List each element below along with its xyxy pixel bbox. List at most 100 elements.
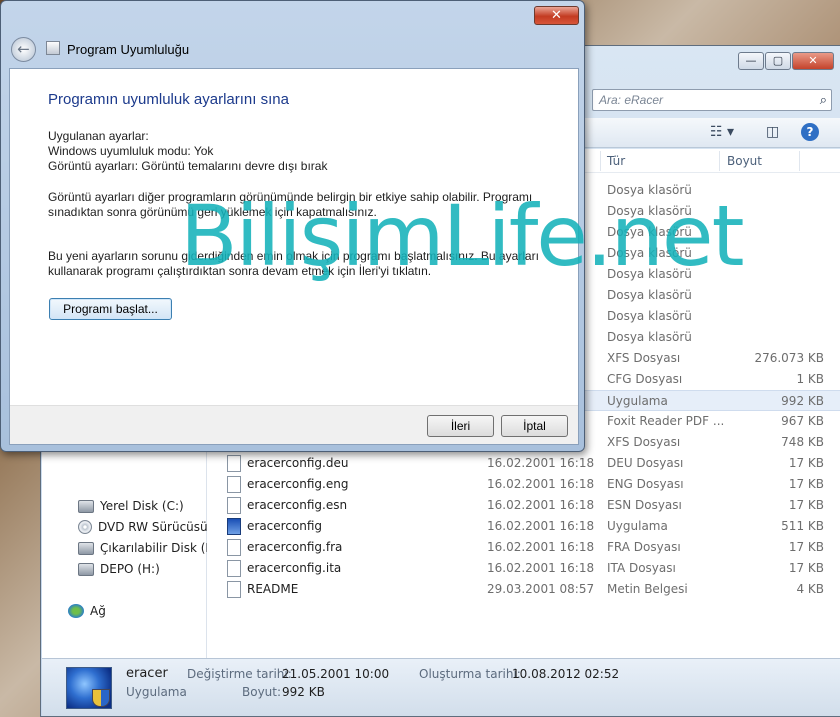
file-name: eracerconfig.esn: [247, 498, 348, 512]
file-name: eracerconfig.fra: [247, 540, 343, 554]
table-row[interactable]: README 29.03.2001 08:57 Metin Belgesi 4 …: [207, 579, 840, 600]
file-type: DEU Dosyası: [607, 456, 684, 470]
details-created-label: Oluşturma tarihi:: [419, 667, 521, 681]
text-line: Görüntü ayarları: Görüntü temalarını dev…: [48, 159, 328, 173]
minimize-icon[interactable]: —: [738, 52, 764, 70]
nav-item-dvd-drive[interactable]: DVD RW Sürücüsü (I: [78, 520, 220, 534]
text-document-icon: [227, 581, 241, 598]
file-type: Dosya klasörü: [607, 288, 692, 302]
removable-drive-icon: [78, 541, 94, 555]
file-size: 17 KB: [788, 561, 824, 575]
next-button[interactable]: İleri: [427, 415, 494, 437]
text-line: Bu yeni ayarların sorunu giderdiğinden e…: [48, 249, 539, 263]
file-type: Foxit Reader PDF ...: [607, 414, 725, 428]
help-icon[interactable]: ?: [801, 123, 819, 141]
file-date: 16.02.2001 16:18: [487, 477, 595, 491]
details-size-value: 992 KB: [282, 685, 325, 699]
file-size: 967 KB: [781, 414, 824, 428]
text-line: sınadıktan sonra görünümü geri yüklemek …: [48, 205, 377, 219]
hard-drive-icon: [78, 562, 94, 576]
file-name: eracerconfig.deu: [247, 456, 349, 470]
table-row[interactable]: eracerconfig.eng 16.02.2001 16:18 ENG Do…: [207, 474, 840, 495]
details-pane: eracer Uygulama Değiştirme tarihi: 21.05…: [42, 658, 840, 716]
file-name: eracerconfig: [247, 519, 323, 533]
column-separator: [600, 151, 601, 171]
back-arrow-icon[interactable]: ←: [11, 37, 36, 62]
test-instructions-text: Bu yeni ayarların sorunu giderdiğinden e…: [48, 249, 558, 279]
file-type: Dosya klasörü: [607, 183, 692, 197]
file-type: Metin Belgesi: [607, 582, 688, 596]
details-size-label: Boyut:: [242, 685, 282, 699]
file-type: Dosya klasörü: [607, 204, 692, 218]
dialog-body: Programın uyumluluk ayarlarını sına Uygu…: [9, 68, 579, 445]
file-size: 992 KB: [781, 394, 824, 408]
document-icon: [227, 455, 241, 472]
explorer-window-controls: — ▢ ✕: [738, 52, 834, 70]
file-date: 16.02.2001 16:18: [487, 456, 595, 470]
nav-item-label: DEPO (H:): [100, 562, 160, 576]
view-options-icon[interactable]: ☷ ▾: [710, 124, 734, 140]
file-type: FRA Dosyası: [607, 540, 681, 554]
details-file-kind: Uygulama: [126, 685, 187, 699]
file-name: eracerconfig.ita: [247, 561, 342, 575]
column-separator: [799, 151, 800, 171]
table-row[interactable]: eracerconfig.esn 16.02.2001 16:18 ESN Do…: [207, 495, 840, 516]
column-separator: [719, 151, 720, 171]
column-header-size[interactable]: Boyut: [727, 154, 762, 168]
nav-item-removable-disk[interactable]: Çıkarılabilir Disk (F:): [78, 541, 220, 555]
table-row[interactable]: eracerconfig 16.02.2001 16:18 Uygulama 5…: [207, 516, 840, 537]
file-size: 17 KB: [788, 456, 824, 470]
file-size: 511 KB: [781, 519, 824, 533]
file-date: 29.03.2001 08:57: [487, 582, 595, 596]
dvd-drive-icon: [78, 520, 92, 534]
file-size: 4 KB: [796, 582, 824, 596]
nav-item-label: Çıkarılabilir Disk (F:): [100, 541, 221, 555]
close-icon[interactable]: ✕: [534, 6, 579, 25]
file-size: 1 KB: [796, 372, 824, 386]
search-icon[interactable]: ⌕: [820, 90, 827, 110]
preview-pane-icon[interactable]: ◫: [766, 124, 779, 140]
nav-item-network[interactable]: Ağ: [68, 604, 106, 618]
document-icon: [227, 476, 241, 493]
file-type: Uygulama: [607, 519, 668, 533]
nav-item-depo-h[interactable]: DEPO (H:): [78, 562, 160, 576]
table-row[interactable]: eracerconfig.ita 16.02.2001 16:18 ITA Do…: [207, 558, 840, 579]
file-type: ENG Dosyası: [607, 477, 684, 491]
file-date: 16.02.2001 16:18: [487, 561, 595, 575]
file-type: ESN Dosyası: [607, 498, 682, 512]
file-date: 16.02.2001 16:18: [487, 519, 595, 533]
file-type: Uygulama: [607, 394, 668, 408]
search-input[interactable]: Ara: eRacer ⌕: [592, 89, 832, 111]
nav-item-local-disk-c[interactable]: Yerel Disk (C:): [78, 499, 184, 513]
details-modified-label: Değiştirme tarihi:: [187, 667, 292, 681]
file-type: XFS Dosyası: [607, 435, 681, 449]
file-date: 16.02.2001 16:18: [487, 498, 595, 512]
text-line: kullanarak programı çalıştırdıktan sonra…: [48, 264, 432, 278]
search-placeholder: Ara: eRacer: [599, 93, 664, 107]
document-icon: [227, 560, 241, 577]
nav-item-label: Ağ: [90, 604, 106, 618]
file-size: 276.073 KB: [754, 351, 824, 365]
close-icon[interactable]: ✕: [792, 52, 834, 70]
maximize-icon[interactable]: ▢: [765, 52, 791, 70]
document-icon: [227, 539, 241, 556]
application-icon: [227, 518, 241, 535]
program-compatibility-icon: [46, 41, 60, 55]
column-header-type[interactable]: Tür: [607, 154, 625, 168]
file-type: XFS Dosyası: [607, 351, 681, 365]
file-size: 748 KB: [781, 435, 824, 449]
nav-item-label: Yerel Disk (C:): [100, 499, 184, 513]
file-type: Dosya klasörü: [607, 246, 692, 260]
file-date: 16.02.2001 16:18: [487, 540, 595, 554]
cancel-button[interactable]: İptal: [501, 415, 568, 437]
table-row[interactable]: eracerconfig.fra 16.02.2001 16:18 FRA Do…: [207, 537, 840, 558]
details-modified-value: 21.05.2001 10:00: [282, 667, 390, 681]
dialog-heading: Programın uyumluluk ayarlarını sına: [48, 91, 289, 108]
start-program-button[interactable]: Programı başlat...: [49, 298, 172, 320]
file-type: Dosya klasörü: [607, 309, 692, 323]
text-line: Windows uyumluluk modu: Yok: [48, 144, 214, 158]
table-row[interactable]: eracerconfig.deu 16.02.2001 16:18 DEU Do…: [207, 453, 840, 474]
file-type: Dosya klasörü: [607, 225, 692, 239]
text-line: Uygulanan ayarlar:: [48, 129, 149, 143]
hard-drive-icon: [78, 499, 94, 513]
